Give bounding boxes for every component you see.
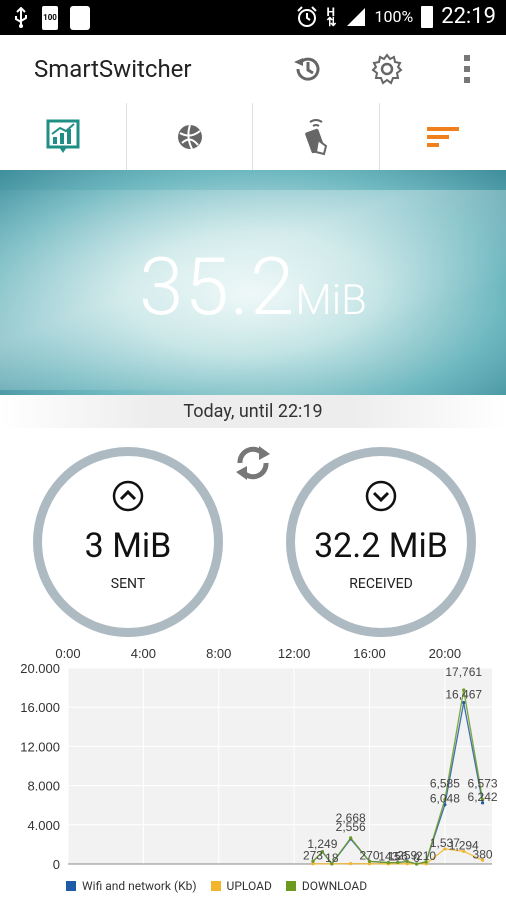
data-point — [349, 862, 353, 866]
clock-time: 22:19 — [441, 4, 496, 29]
data-point — [349, 836, 353, 840]
battery-100-icon: 100 — [42, 6, 58, 30]
total-usage-unit: MiB — [295, 276, 367, 325]
tab-filter[interactable] — [380, 103, 506, 170]
app-title: SmartSwitcher — [34, 55, 192, 83]
data-label: 17,761 — [445, 665, 482, 679]
status-badge-100: 100 — [43, 13, 57, 22]
total-usage-value: 35.2 — [139, 240, 296, 334]
status-left-icons: 100 — [12, 6, 90, 30]
hspa-icon: H ⇅ — [326, 4, 337, 29]
phone-tap-icon — [305, 118, 328, 155]
legend-swatch — [210, 881, 221, 891]
y-tick-label: 20.000 — [20, 661, 60, 676]
received-label: RECEIVED — [349, 576, 413, 592]
received-value: 32.2 MiB — [314, 526, 448, 566]
signal-icon — [346, 7, 365, 26]
y-tick-label: 8.000 — [27, 779, 60, 794]
sent-value: 3 MiB — [84, 526, 172, 566]
settings-button[interactable] — [367, 49, 407, 89]
sent-label: SENT — [110, 576, 146, 592]
x-tick-label: 0:00 — [55, 646, 80, 661]
x-tick-label: 12:00 — [278, 646, 311, 661]
galaxy-icon — [70, 6, 90, 30]
tab-bar — [0, 103, 506, 171]
total-usage: 35.2MiB — [0, 240, 506, 334]
x-tick-label: 8:00 — [206, 646, 231, 661]
alarm-icon — [297, 5, 318, 27]
legend-swatch — [66, 881, 76, 891]
globe-icon — [178, 124, 202, 149]
data-label: 6,048 — [430, 792, 460, 806]
download-arrow-icon — [365, 480, 397, 512]
x-tick-label: 4:00 — [131, 646, 156, 661]
overflow-menu-icon — [464, 55, 470, 83]
legend-label: DOWNLOAD — [301, 879, 368, 893]
usb-icon — [15, 7, 27, 28]
data-label: 6,585 — [430, 776, 460, 790]
legend-label: UPLOAD — [226, 879, 272, 893]
sent-circle: 3 MiB SENT — [33, 447, 223, 637]
tab-chart[interactable] — [0, 103, 126, 170]
data-label: 210 — [416, 849, 436, 863]
tab-device[interactable] — [253, 103, 379, 170]
y-tick-label: 4.000 — [27, 818, 60, 833]
legend-swatch — [285, 881, 296, 891]
data-label: 2,668 — [336, 811, 366, 825]
legend-item: Wifi and network (Kb) — [66, 879, 197, 893]
data-label: 18 — [325, 851, 339, 865]
data-label: 6,573 — [468, 777, 498, 791]
y-tick-label: 12.000 — [20, 739, 60, 754]
legend-label: Wifi and network (Kb) — [82, 879, 197, 893]
battery-percent: 100% — [374, 7, 414, 26]
battery-icon — [421, 5, 434, 28]
chart-legend: Wifi and network (Kb) UPLOAD DOWNLOAD — [66, 879, 367, 893]
data-label: 270 — [359, 848, 379, 862]
legend-item: DOWNLOAD — [285, 879, 368, 893]
received-circle: 32.2 MiB RECEIVED — [286, 447, 476, 637]
x-tick-label: 20:00 — [429, 646, 462, 661]
data-label: 380 — [473, 847, 493, 861]
data-label: 1,249 — [307, 837, 337, 851]
tab-network[interactable] — [127, 103, 253, 170]
sort-lines-icon — [427, 126, 459, 147]
usage-chart: 0 4.000 8.000 12.000 16.000 20.0000:00 4:00 8:0… — [20, 646, 498, 872]
status-right: H ⇅ 100% 22:19 — [296, 4, 496, 29]
x-tick-label: 16:00 — [353, 646, 386, 661]
app-bar: SmartSwitcher — [0, 35, 506, 103]
data-label: 6,242 — [468, 790, 498, 804]
history-icon — [294, 57, 320, 81]
period-label[interactable]: Today, until 22:19 — [0, 395, 506, 428]
y-tick-label: 0 — [53, 857, 60, 872]
y-tick-label: 16.000 — [20, 700, 60, 715]
status-bar: 100 H ⇅ 100% 22:19 — [0, 0, 506, 35]
upload-arrow-icon — [112, 480, 144, 512]
overflow-menu-button[interactable] — [447, 49, 487, 89]
total-usage-banner: 35.2MiB — [0, 170, 506, 395]
history-button[interactable] — [288, 49, 328, 89]
settings-icon — [371, 53, 403, 85]
usage-chart-icon — [46, 119, 80, 153]
legend-item: UPLOAD — [210, 879, 272, 893]
refresh-icon[interactable] — [232, 442, 274, 484]
data-label: 16,467 — [445, 688, 482, 702]
plot-area — [68, 668, 492, 864]
